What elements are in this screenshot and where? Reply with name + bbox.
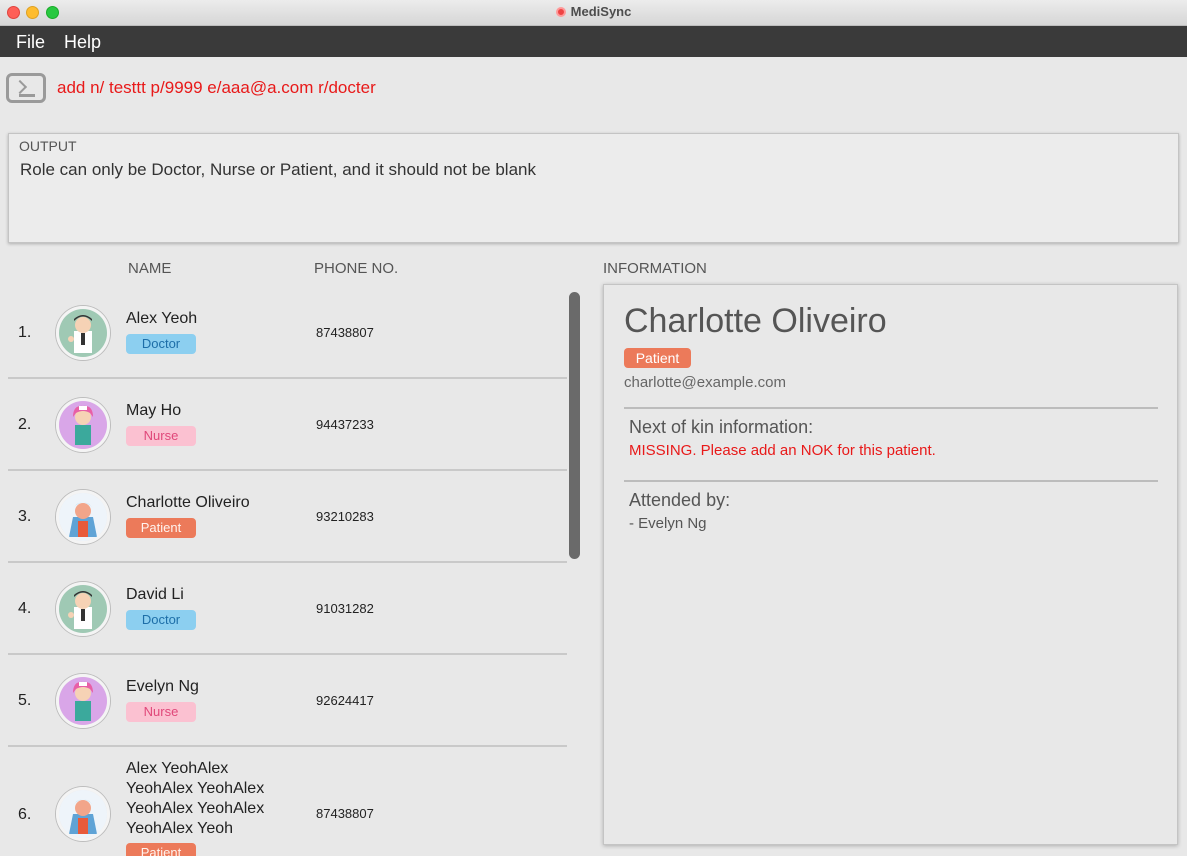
nok-missing-warning: MISSING. Please add an NOK for this pati… [629, 442, 936, 459]
person-name: May Ho [126, 402, 182, 419]
nurse-avatar-icon [56, 398, 110, 452]
menu-bar: File Help [0, 26, 1187, 57]
info-person-name: Charlotte Oliveiro [624, 302, 887, 340]
person-name: Alex Yeoh [126, 310, 198, 327]
divider [624, 480, 1158, 482]
role-badge: Nurse [126, 702, 196, 722]
person-name: David Li [126, 586, 184, 603]
person-name: Evelyn Ng [126, 678, 199, 695]
patient-avatar-icon [56, 490, 110, 544]
row-index: 1. [18, 324, 32, 341]
list-scrollbar[interactable] [569, 292, 580, 559]
row-index: 4. [18, 600, 32, 617]
person-name: Charlotte Oliveiro [126, 494, 250, 511]
role-badge: Doctor [126, 610, 196, 630]
role-badge: Patient [126, 518, 196, 538]
phone-column-header: PHONE NO. [314, 260, 399, 277]
person-phone: 91031282 [316, 601, 374, 616]
app-icon [555, 7, 566, 17]
row-index: 2. [18, 416, 32, 433]
output-message: Role can only be Doctor, Nurse or Patien… [20, 160, 536, 179]
divider [624, 407, 1158, 409]
attended-by-heading: Attended by: [629, 490, 731, 510]
person-list[interactable]: 1. Alex Yeoh Doctor 87438807 2. May Ho N… [8, 287, 568, 856]
output-label: OUTPUT [19, 138, 77, 154]
person-phone: 87438807 [316, 806, 374, 821]
doctor-avatar-icon [56, 306, 110, 360]
terminal-icon [6, 73, 46, 103]
person-name-line: Alex YeohAlex [126, 760, 229, 777]
person-phone: 87438807 [316, 325, 374, 340]
nurse-avatar-icon [56, 674, 110, 728]
attended-by-value: - Evelyn Ng [629, 515, 707, 532]
information-panel: Charlotte Oliveiro Patient charlotte@exa… [603, 284, 1178, 845]
person-row[interactable]: 1. Alex Yeoh Doctor 87438807 [8, 287, 567, 379]
title-bar: MediSync [0, 0, 1187, 26]
person-name: Alex YeohAlex YeohAlex YeohAlex YeohAlex… [126, 759, 264, 839]
person-name-line: YeohAlex YeohAlex [126, 800, 265, 817]
person-row[interactable]: 4. David Li Doctor 91031282 [8, 563, 567, 655]
menu-help[interactable]: Help [64, 32, 101, 53]
name-column-header: NAME [128, 260, 172, 277]
output-box: OUTPUT Role can only be Doctor, Nurse or… [8, 133, 1179, 243]
row-index: 6. [18, 806, 32, 823]
role-badge: Doctor [126, 334, 196, 354]
info-role-badge: Patient [624, 348, 691, 368]
window-title: MediSync [570, 4, 632, 19]
patient-avatar-icon [56, 787, 110, 841]
command-input[interactable] [57, 77, 857, 99]
person-name-line: YeohAlex Yeoh [126, 820, 234, 837]
role-badge: Patient [126, 843, 196, 856]
nok-heading: Next of kin information: [629, 417, 814, 437]
person-row[interactable]: 6. Alex YeohAlex YeohAlex YeohAlex YeohA… [8, 747, 567, 856]
doctor-avatar-icon [56, 582, 110, 636]
menu-file[interactable]: File [16, 32, 45, 53]
role-badge: Nurse [126, 426, 196, 446]
information-header: INFORMATION [603, 260, 707, 277]
person-phone: 93210283 [316, 509, 374, 524]
person-phone: 94437233 [316, 417, 374, 432]
row-index: 5. [18, 692, 32, 709]
person-row[interactable]: 5. Evelyn Ng Nurse 92624417 [8, 655, 567, 747]
row-index: 3. [18, 508, 32, 525]
info-email: charlotte@example.com [624, 374, 786, 391]
person-row[interactable]: 2. May Ho Nurse 94437233 [8, 379, 567, 471]
window-title-area: MediSync [0, 4, 1187, 19]
person-row[interactable]: 3. Charlotte Oliveiro Patient 93210283 [8, 471, 567, 563]
person-phone: 92624417 [316, 693, 374, 708]
person-name-line: YeohAlex YeohAlex [126, 780, 265, 797]
